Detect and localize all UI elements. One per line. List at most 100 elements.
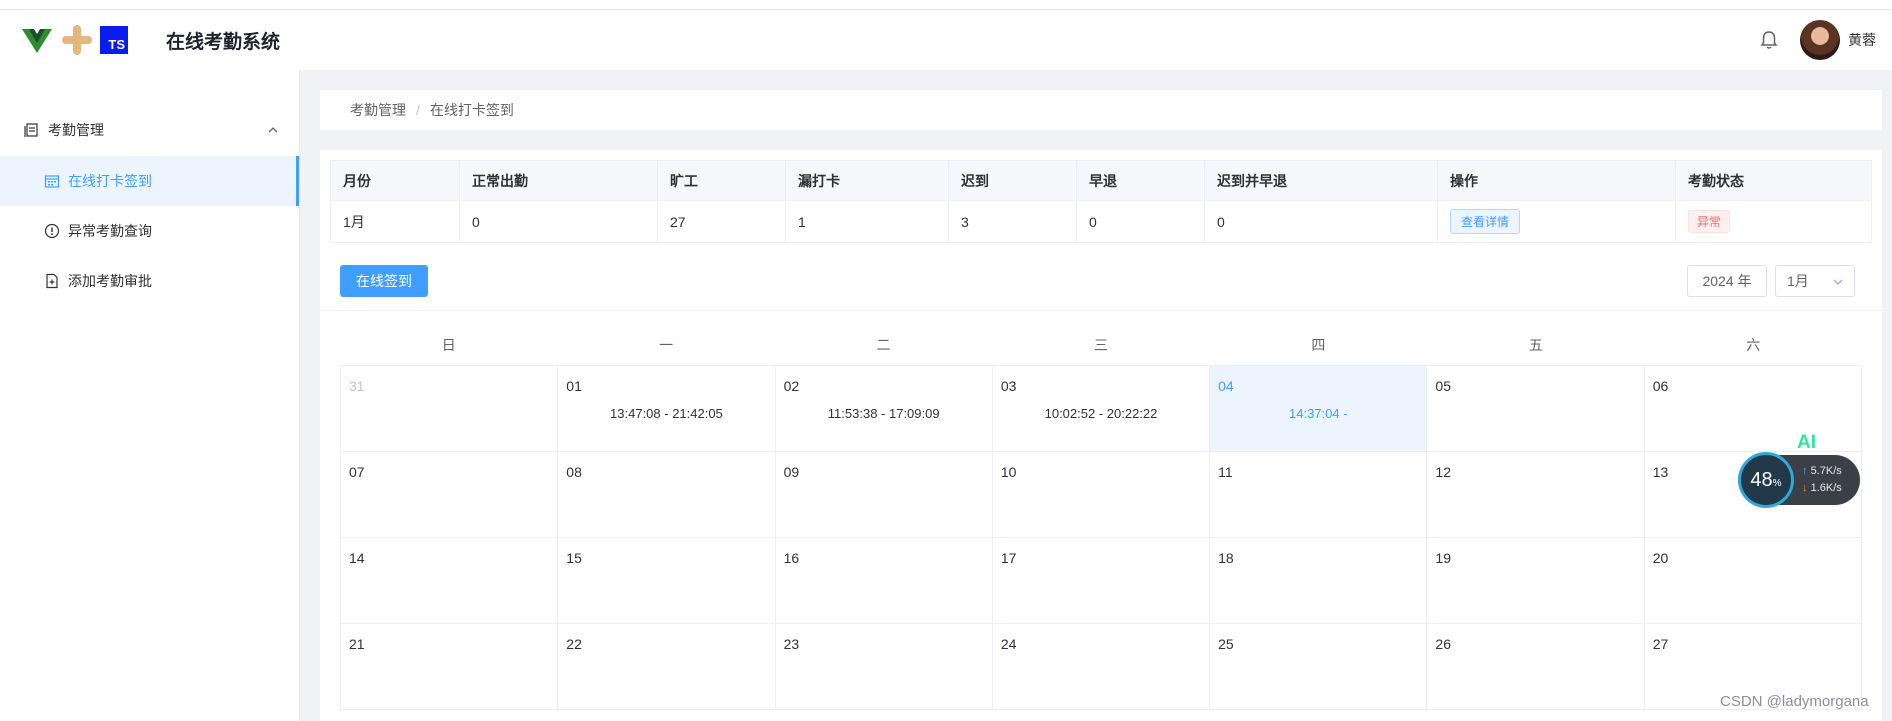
day-number: 03 bbox=[1000, 378, 1017, 394]
calendar-day-cell-today[interactable]: 04 14:37:04 - bbox=[1210, 366, 1428, 452]
app-logo: TS bbox=[22, 23, 128, 57]
upload-speed: 5.7K/s bbox=[1810, 465, 1842, 477]
attendance-calendar: 日 一 二 三 四 五 六 31 01 13:47:08 - 21:42:05 0… bbox=[340, 325, 1862, 710]
document-list-icon bbox=[24, 123, 38, 137]
breadcrumb-separator: / bbox=[416, 102, 420, 118]
menu-group-label: 考勤管理 bbox=[48, 122, 104, 138]
calendar-day-cell[interactable]: 06 bbox=[1644, 366, 1862, 452]
weekday-label: 六 bbox=[1746, 337, 1761, 353]
status-badge: 异常 bbox=[1688, 210, 1731, 233]
avatar[interactable] bbox=[1800, 20, 1840, 60]
calendar-day-cell[interactable]: 25 bbox=[1210, 624, 1428, 710]
chevron-down-icon bbox=[1833, 279, 1843, 285]
sidebar: 考勤管理 在线打卡签到 异常考勤查询 添加考勤审批 bbox=[0, 70, 300, 721]
sidebar-item-label: 异常考勤查询 bbox=[68, 223, 152, 239]
calendar-weekday-header: 日 一 二 三 四 五 六 bbox=[340, 325, 1862, 365]
checkin-time-range: 10:02:52 - 20:22:22 bbox=[1044, 406, 1158, 421]
calendar-day-cell[interactable]: 17 bbox=[992, 538, 1211, 624]
view-details-button[interactable]: 查看详情 bbox=[1450, 209, 1521, 234]
calendar-day-cell[interactable]: 07 bbox=[341, 452, 559, 538]
column-header: 早退 bbox=[1076, 160, 1205, 201]
checkin-time-range: 14:37:04 - bbox=[1289, 406, 1348, 421]
calendar-day-cell[interactable]: 14 bbox=[341, 538, 559, 624]
day-number: 10 bbox=[1000, 464, 1017, 480]
calendar-day-cell[interactable]: 22 bbox=[558, 624, 776, 710]
day-number: 21 bbox=[349, 636, 365, 652]
sidebar-item-label: 在线打卡签到 bbox=[68, 173, 152, 189]
day-number: 13 bbox=[1652, 464, 1669, 480]
sidebar-item-add-approval[interactable]: 添加考勤审批 bbox=[0, 256, 299, 306]
ai-badge[interactable]: AI bbox=[1797, 432, 1816, 454]
day-number: 11 bbox=[1218, 464, 1233, 480]
menu-group-attendance[interactable]: 考勤管理 bbox=[0, 104, 299, 156]
typescript-logo-icon: TS bbox=[100, 26, 128, 54]
header-right: 黄蓉 bbox=[1758, 10, 1876, 70]
breadcrumb-item-attendance[interactable]: 考勤管理 bbox=[350, 100, 406, 120]
calendar-day-cell[interactable]: 24 bbox=[992, 624, 1211, 710]
calendar-day-cell[interactable]: 20 bbox=[1644, 538, 1862, 624]
calendar-day-cell[interactable]: 19 bbox=[1427, 538, 1645, 624]
year-picker[interactable]: 2024 年 bbox=[1687, 265, 1767, 297]
day-number: 08 bbox=[566, 464, 582, 480]
sidebar-item-exception-query[interactable]: 异常考勤查询 bbox=[0, 206, 299, 256]
calendar-day-cell[interactable]: 09 bbox=[775, 452, 993, 538]
column-header: 考勤状态 bbox=[1675, 160, 1872, 201]
calendar-grid: 31 01 13:47:08 - 21:42:05 02 11:53:38 - 17… bbox=[340, 365, 1862, 710]
watermark: CSDN @ladymorgana bbox=[1720, 693, 1869, 710]
column-header: 月份 bbox=[330, 160, 460, 201]
calendar-day-cell[interactable]: 08 bbox=[558, 452, 776, 538]
calendar-day-cell[interactable]: 31 bbox=[341, 366, 559, 452]
day-number: 05 bbox=[1435, 378, 1451, 394]
calendar-day-cell[interactable]: 10 bbox=[992, 452, 1211, 538]
day-number: 17 bbox=[1000, 550, 1017, 566]
day-number: 02 bbox=[783, 378, 800, 394]
day-number: 16 bbox=[783, 550, 800, 566]
online-signin-button[interactable]: 在线签到 bbox=[340, 265, 428, 297]
day-number: 09 bbox=[783, 464, 800, 480]
weekday-label: 三 bbox=[1093, 337, 1108, 353]
cell-late: 3 bbox=[948, 200, 1077, 243]
calendar-day-cell[interactable]: 03 10:02:52 - 20:22:22 bbox=[992, 366, 1211, 452]
day-number: 27 bbox=[1652, 636, 1669, 652]
day-number: 15 bbox=[566, 550, 582, 566]
day-number: 06 bbox=[1652, 378, 1669, 394]
column-header: 迟到 bbox=[948, 160, 1077, 201]
column-header: 迟到并早退 bbox=[1204, 160, 1438, 201]
warning-circle-icon bbox=[44, 223, 60, 239]
top-strip bbox=[0, 0, 1892, 10]
column-header: 旷工 bbox=[657, 160, 786, 201]
calendar-day-cell[interactable]: 05 bbox=[1427, 366, 1645, 452]
calendar-day-cell[interactable]: 21 bbox=[341, 624, 559, 710]
network-speeds: ↑ 5.7K/s ↓ 1.6K/s bbox=[1802, 463, 1842, 497]
day-number: 01 bbox=[566, 378, 582, 394]
day-number: 24 bbox=[1000, 636, 1017, 652]
plus-logo-icon bbox=[62, 25, 92, 55]
weekday-label: 二 bbox=[876, 337, 891, 353]
weekday-label: 五 bbox=[1528, 337, 1543, 353]
calendar-day-cell[interactable]: 12 bbox=[1427, 452, 1645, 538]
calendar-day-cell[interactable]: 01 13:47:08 - 21:42:05 bbox=[558, 366, 776, 452]
username[interactable]: 黄蓉 bbox=[1848, 30, 1876, 50]
table-header-row: 月份 正常出勤 旷工 漏打卡 迟到 早退 迟到并早退 操作 考勤状态 bbox=[330, 160, 1872, 201]
usage-percent-unit: % bbox=[1772, 477, 1782, 489]
chevron-up-icon[interactable] bbox=[267, 124, 279, 136]
month-select[interactable]: 1月 bbox=[1775, 265, 1855, 297]
bell-icon[interactable] bbox=[1758, 29, 1780, 51]
cell-early: 0 bbox=[1076, 200, 1205, 243]
calendar-day-cell[interactable]: 18 bbox=[1210, 538, 1428, 624]
calendar-day-cell[interactable]: 11 bbox=[1210, 452, 1428, 538]
calendar-day-cell[interactable]: 15 bbox=[558, 538, 776, 624]
day-number: 19 bbox=[1435, 550, 1451, 566]
sidebar-item-online-signin[interactable]: 在线打卡签到 bbox=[0, 156, 299, 206]
cell-normal: 0 bbox=[459, 200, 658, 243]
calendar-day-cell[interactable]: 23 bbox=[775, 624, 993, 710]
column-header: 正常出勤 bbox=[459, 160, 658, 201]
network-speed-widget[interactable]: 48% ↑ 5.7K/s ↓ 1.6K/s bbox=[1738, 452, 1860, 508]
calendar-day-cell[interactable]: 26 bbox=[1427, 624, 1645, 710]
breadcrumb: 考勤管理 / 在线打卡签到 bbox=[320, 90, 1882, 130]
day-number: 18 bbox=[1218, 550, 1234, 566]
checkin-time-range: 13:47:08 - 21:42:05 bbox=[610, 406, 723, 421]
weekday-label: 日 bbox=[441, 337, 456, 353]
calendar-day-cell[interactable]: 16 bbox=[775, 538, 993, 624]
calendar-day-cell[interactable]: 02 11:53:38 - 17:09:09 bbox=[775, 366, 993, 452]
